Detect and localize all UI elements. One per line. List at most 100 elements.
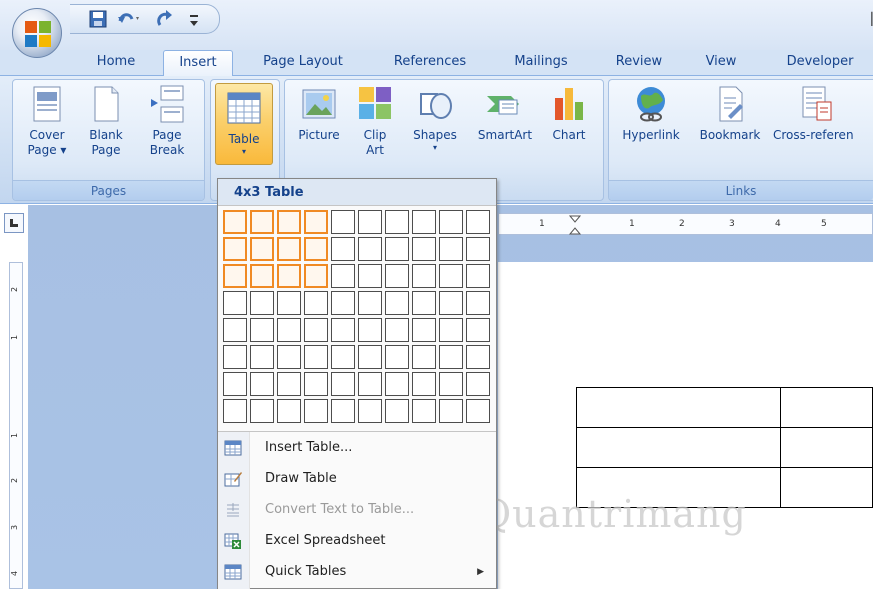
grid-cell[interactable]	[439, 210, 463, 234]
save-icon[interactable]	[88, 9, 108, 29]
grid-cell[interactable]	[250, 372, 274, 396]
tab-page-layout[interactable]: Page Layout	[248, 50, 358, 76]
grid-cell[interactable]	[331, 399, 355, 423]
grid-cell-selected[interactable]	[250, 237, 274, 261]
grid-cell[interactable]	[439, 237, 463, 261]
grid-cell[interactable]	[250, 399, 274, 423]
smartart-button[interactable]: SmartArt	[471, 84, 539, 143]
grid-cell[interactable]	[466, 372, 490, 396]
bookmark-button[interactable]: Bookmark	[693, 84, 767, 143]
page-break-button[interactable]: Page Break	[137, 84, 197, 158]
insert-table-item[interactable]: Insert Table...	[218, 433, 496, 463]
grid-cell[interactable]	[331, 372, 355, 396]
grid-cell[interactable]	[331, 318, 355, 342]
picture-button[interactable]: Picture	[291, 84, 347, 143]
grid-cell[interactable]	[466, 210, 490, 234]
grid-cell-selected[interactable]	[277, 210, 301, 234]
grid-cell[interactable]	[304, 291, 328, 315]
convert-text-to-table-item[interactable]: Convert Text to Table...	[218, 495, 496, 525]
grid-cell[interactable]	[223, 399, 247, 423]
grid-cell-selected[interactable]	[223, 237, 247, 261]
grid-cell[interactable]	[358, 345, 382, 369]
grid-cell[interactable]	[358, 372, 382, 396]
grid-cell[interactable]	[358, 210, 382, 234]
tab-review[interactable]: Review	[604, 50, 674, 76]
tab-view[interactable]: View	[690, 50, 752, 76]
grid-cell[interactable]	[439, 372, 463, 396]
grid-cell-selected[interactable]	[250, 264, 274, 288]
grid-cell-selected[interactable]	[250, 210, 274, 234]
grid-cell[interactable]	[412, 399, 436, 423]
indent-marker-icon[interactable]	[569, 215, 581, 235]
table-button[interactable]: Table ▾	[215, 83, 273, 165]
draw-table-item[interactable]: Draw Table	[218, 464, 496, 494]
quick-tables-item[interactable]: Quick Tables ▶	[218, 557, 496, 587]
grid-cell[interactable]	[331, 345, 355, 369]
hyperlink-button[interactable]: Hyperlink	[615, 84, 687, 143]
grid-cell[interactable]	[223, 291, 247, 315]
excel-spreadsheet-item[interactable]: Excel Spreadsheet	[218, 526, 496, 556]
grid-cell[interactable]	[412, 264, 436, 288]
grid-cell[interactable]	[250, 345, 274, 369]
grid-cell[interactable]	[331, 237, 355, 261]
grid-cell[interactable]	[466, 345, 490, 369]
grid-cell-selected[interactable]	[304, 210, 328, 234]
table-cell[interactable]	[576, 427, 781, 468]
grid-cell[interactable]	[412, 237, 436, 261]
grid-cell[interactable]	[358, 237, 382, 261]
grid-cell[interactable]	[304, 399, 328, 423]
shapes-button[interactable]: Shapes ▾	[405, 84, 465, 153]
grid-cell[interactable]	[412, 291, 436, 315]
grid-cell-selected[interactable]	[223, 264, 247, 288]
grid-cell[interactable]	[385, 372, 409, 396]
grid-cell[interactable]	[385, 264, 409, 288]
grid-cell[interactable]	[223, 372, 247, 396]
grid-cell[interactable]	[277, 345, 301, 369]
grid-cell[interactable]	[385, 345, 409, 369]
grid-cell[interactable]	[385, 399, 409, 423]
grid-cell[interactable]	[385, 210, 409, 234]
undo-icon[interactable]	[116, 9, 142, 29]
grid-cell[interactable]	[412, 210, 436, 234]
cover-page-button[interactable]: Cover Page ▾	[19, 84, 75, 158]
grid-cell[interactable]	[358, 399, 382, 423]
tab-developer[interactable]: Developer	[770, 50, 870, 76]
tab-home[interactable]: Home	[82, 50, 150, 76]
horizontal-ruler[interactable]: 1 1 2 3 4 5	[498, 213, 873, 235]
grid-cell[interactable]	[439, 345, 463, 369]
grid-cell[interactable]	[466, 318, 490, 342]
chart-button[interactable]: Chart	[543, 84, 595, 143]
grid-cell[interactable]	[412, 318, 436, 342]
grid-cell[interactable]	[466, 237, 490, 261]
grid-cell[interactable]	[439, 318, 463, 342]
grid-cell[interactable]	[358, 264, 382, 288]
grid-cell-selected[interactable]	[304, 264, 328, 288]
grid-cell[interactable]	[466, 291, 490, 315]
table-cell[interactable]	[576, 387, 781, 428]
grid-cell[interactable]	[439, 399, 463, 423]
grid-cell[interactable]	[439, 291, 463, 315]
grid-cell[interactable]	[304, 345, 328, 369]
grid-cell[interactable]	[331, 291, 355, 315]
grid-cell[interactable]	[304, 372, 328, 396]
document-table[interactable]	[576, 387, 873, 508]
grid-cell-selected[interactable]	[223, 210, 247, 234]
tab-mailings[interactable]: Mailings	[498, 50, 584, 76]
grid-cell-selected[interactable]	[304, 237, 328, 261]
grid-cell[interactable]	[223, 318, 247, 342]
tab-selector-button[interactable]	[4, 213, 24, 233]
grid-cell[interactable]	[277, 372, 301, 396]
grid-cell[interactable]	[385, 318, 409, 342]
vertical-ruler[interactable]: 2 1 1 2 3 4	[9, 262, 23, 589]
grid-cell[interactable]	[250, 291, 274, 315]
tab-references[interactable]: References	[378, 50, 482, 76]
clip-art-button[interactable]: Clip Art	[353, 84, 397, 158]
grid-cell[interactable]	[412, 372, 436, 396]
cross-reference-button[interactable]: Cross-referen	[773, 84, 873, 143]
grid-cell[interactable]	[412, 345, 436, 369]
grid-cell[interactable]	[304, 318, 328, 342]
grid-cell[interactable]	[277, 318, 301, 342]
grid-cell[interactable]	[358, 318, 382, 342]
grid-cell[interactable]	[331, 210, 355, 234]
grid-cell[interactable]	[277, 291, 301, 315]
